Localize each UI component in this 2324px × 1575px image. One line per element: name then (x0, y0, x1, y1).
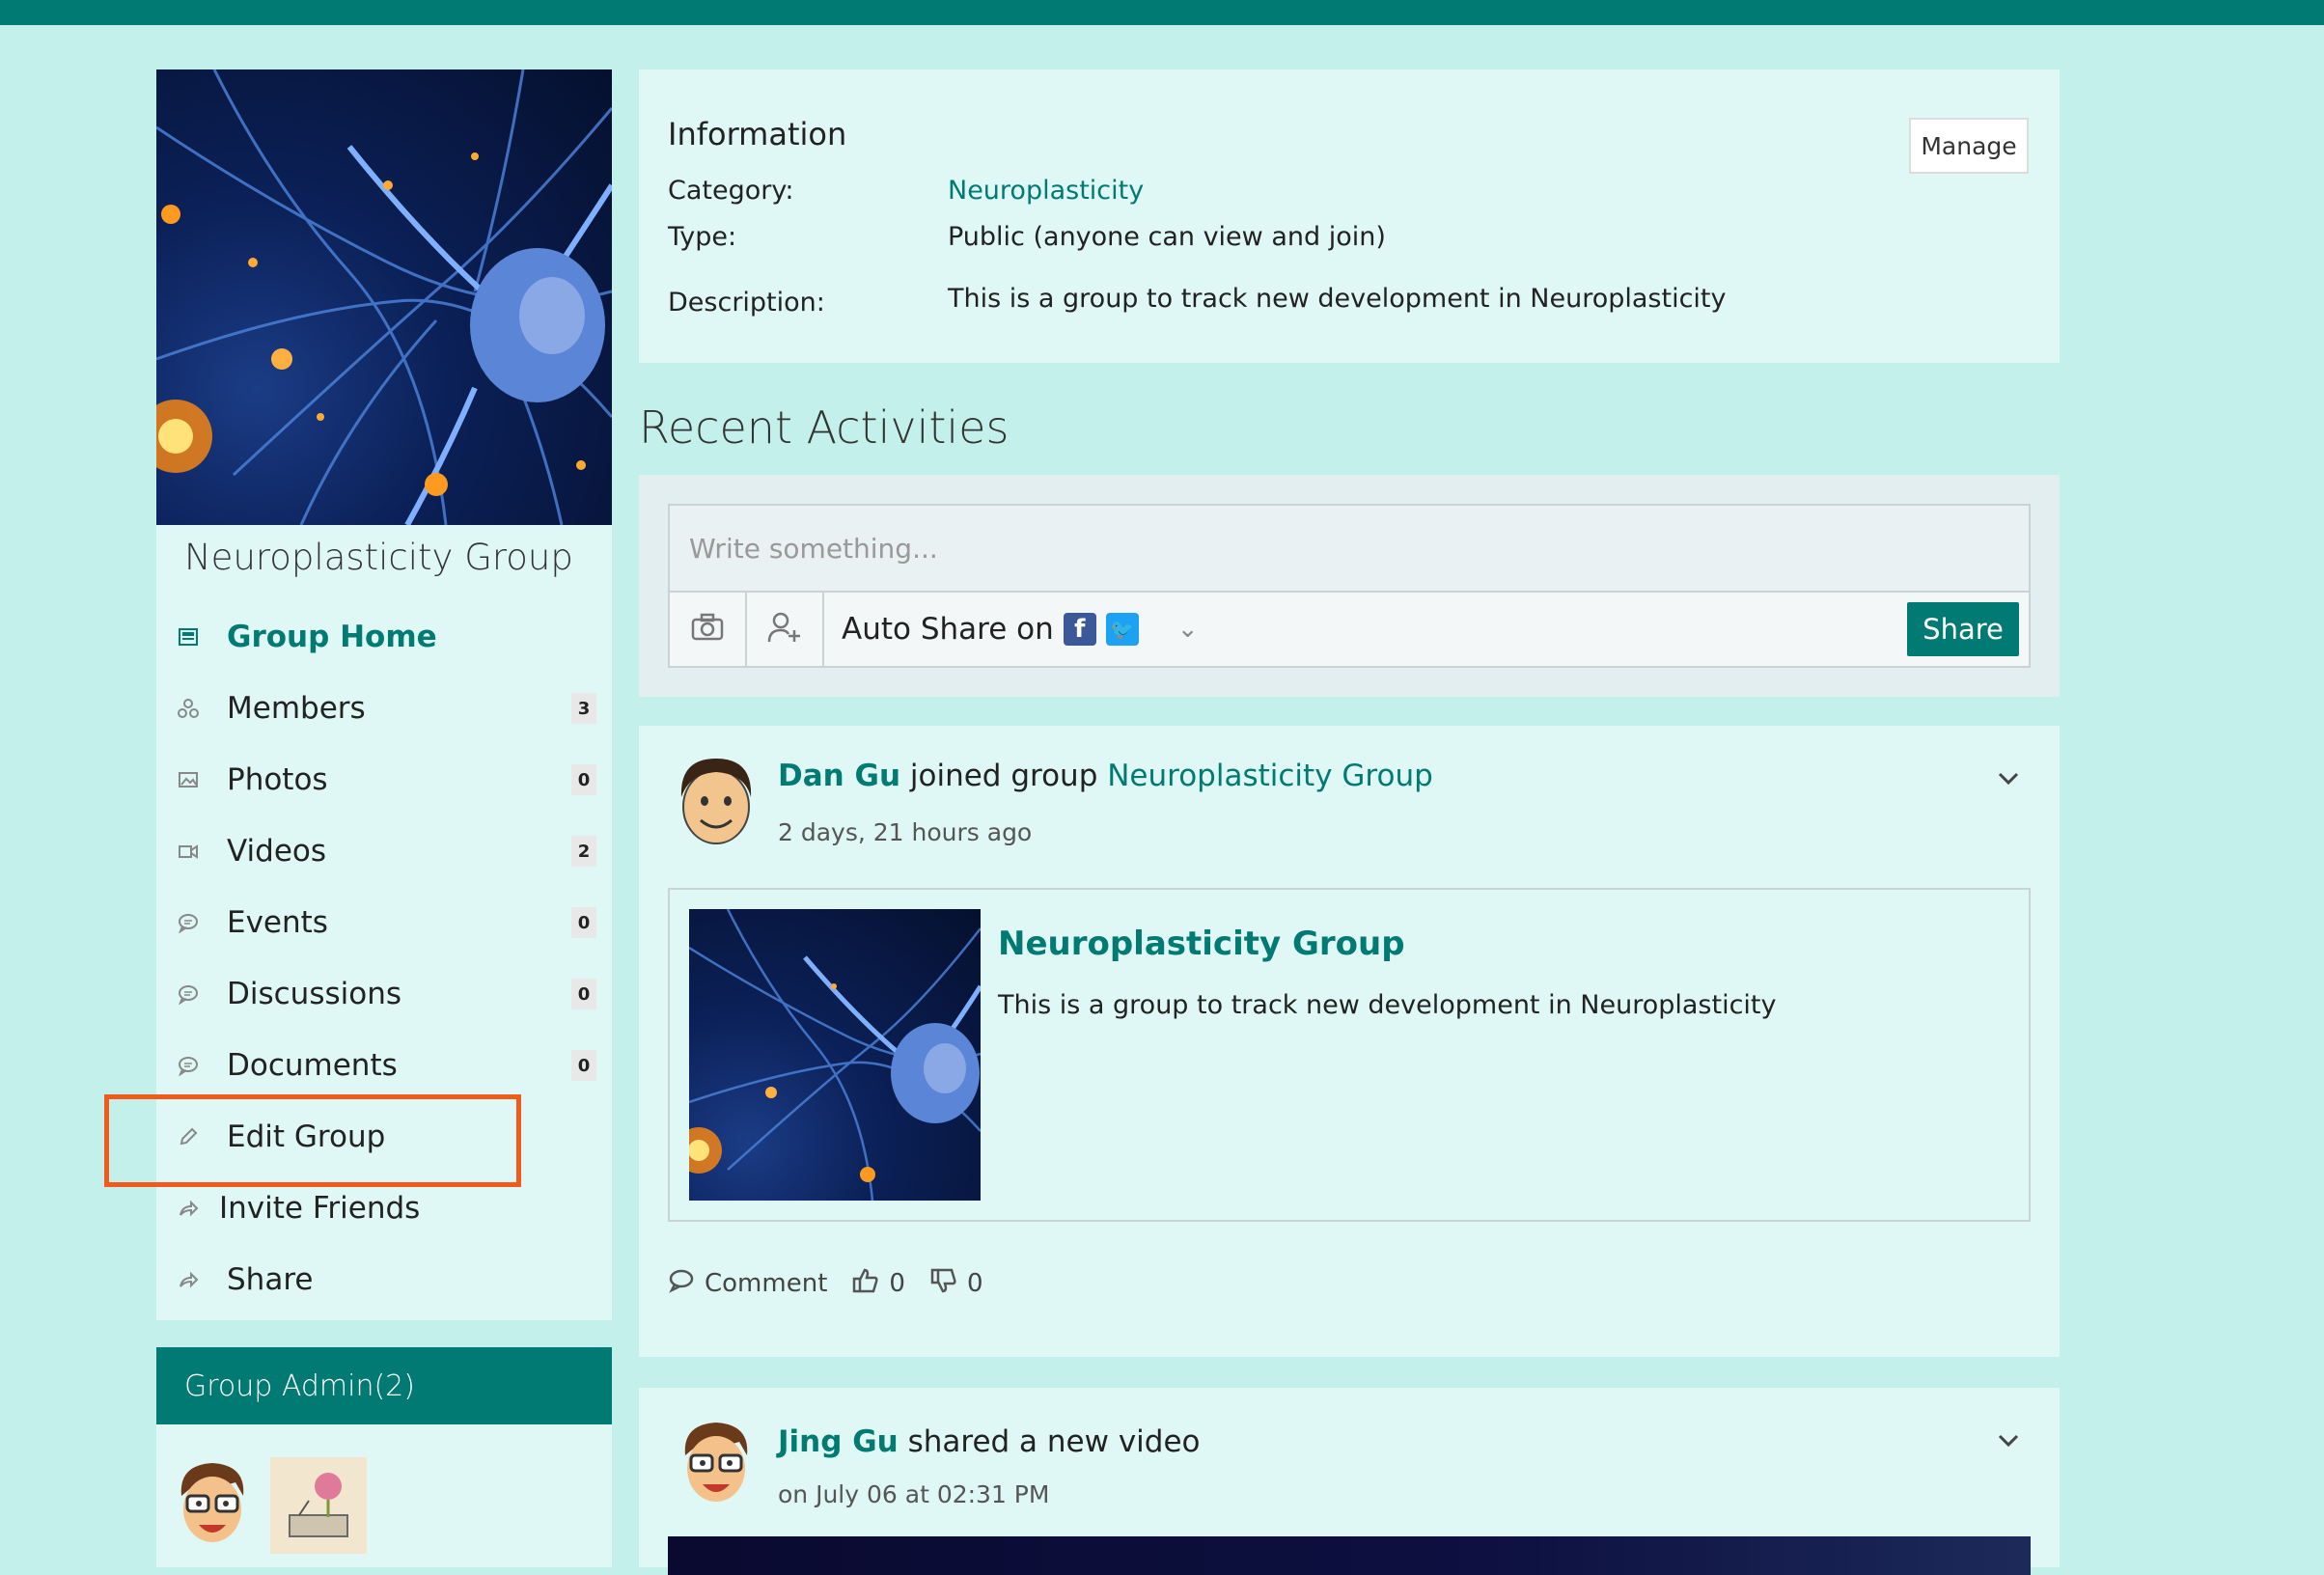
information-card: Information Manage Category: Neuroplasti… (639, 69, 2060, 363)
embedded-group-title[interactable]: Neuroplasticity Group (998, 925, 1405, 963)
embedded-group-image (689, 909, 981, 1201)
chat-icon (174, 1051, 203, 1080)
menu-events[interactable]: Events 0 (156, 894, 612, 952)
menu-label: Events (227, 905, 328, 940)
recent-activities-title: Recent Activities (639, 401, 1010, 454)
highlight-box (104, 1094, 521, 1187)
dislike-button[interactable]: 0 (930, 1267, 983, 1301)
activity-post: Jing Gu shared a new video on July 06 at… (639, 1388, 2060, 1575)
menu-videos[interactable]: Videos 2 (156, 822, 612, 880)
post-target-link[interactable]: Neuroplasticity Group (1107, 759, 1433, 793)
auto-share: Auto Share on f 🐦 ⌄ (842, 612, 1199, 647)
post-headline: Dan Gu joined group Neuroplasticity Grou… (778, 759, 1433, 793)
facebook-icon[interactable]: f (1063, 613, 1096, 646)
comment-label: Comment (705, 1269, 828, 1298)
chat-icon (174, 908, 203, 937)
menu-label: Invite Friends (219, 1191, 421, 1226)
post-actions: Comment 0 0 (668, 1264, 1008, 1303)
menu-label: Members (227, 691, 366, 726)
post-action: joined group (909, 759, 1098, 793)
menu-documents[interactable]: Documents 0 (156, 1036, 612, 1094)
post-actor-link[interactable]: Jing Gu (778, 1424, 899, 1459)
admin-avatar[interactable] (270, 1457, 367, 1554)
share-arrow-icon (174, 1265, 203, 1294)
twitter-icon[interactable]: 🐦 (1105, 613, 1139, 646)
thumbs-down-icon (930, 1267, 957, 1301)
type-label: Type: (668, 222, 737, 252)
menu-share[interactable]: Share (156, 1251, 612, 1309)
chevron-down-icon[interactable]: ⌄ (1177, 615, 1199, 644)
auto-share-label: Auto Share on (842, 612, 1054, 647)
photo-icon (174, 765, 203, 794)
avatar[interactable] (668, 1417, 764, 1513)
menu-label: Discussions (227, 977, 402, 1011)
menu-label: Group Home (227, 620, 437, 654)
admin-avatar[interactable] (164, 1457, 261, 1554)
video-icon (174, 837, 203, 866)
composer-toolbar: Auto Share on f 🐦 ⌄ Share (668, 591, 2031, 668)
members-icon (174, 694, 203, 723)
status-input[interactable]: Write something... (668, 504, 2031, 593)
like-count: 0 (889, 1269, 905, 1298)
menu-label: Share (227, 1262, 314, 1297)
photo-upload-button[interactable] (670, 593, 747, 666)
embedded-group-card[interactable]: Neuroplasticity Group This is a group to… (668, 888, 2031, 1222)
post-action: shared a new video (907, 1424, 1201, 1459)
count-badge: 0 (571, 1050, 596, 1081)
activity-post: Dan Gu joined group Neuroplasticity Grou… (639, 726, 2060, 1357)
category-link[interactable]: Neuroplasticity (948, 176, 1144, 206)
description-value: This is a group to track new development… (948, 284, 1727, 314)
information-title: Information (668, 116, 847, 152)
menu-label: Photos (227, 762, 328, 797)
dislike-count: 0 (966, 1269, 983, 1298)
comment-icon (668, 1268, 695, 1300)
thumbs-up-icon (852, 1267, 879, 1301)
comment-button[interactable]: Comment (668, 1268, 827, 1300)
status-composer: Write something... Auto Share on f 🐦 ⌄ S… (639, 475, 2060, 697)
menu-photos[interactable]: Photos 0 (156, 751, 612, 809)
menu-label: Documents (227, 1048, 398, 1083)
group-cover-image (156, 69, 612, 525)
count-badge: 0 (571, 907, 596, 938)
count-badge: 2 (571, 836, 596, 867)
type-value: Public (anyone can view and join) (948, 222, 1386, 252)
count-badge: 0 (571, 979, 596, 1009)
add-user-icon (767, 611, 802, 648)
group-admin-panel: Group Admin(2) (156, 1347, 612, 1567)
menu-discussions[interactable]: Discussions 0 (156, 965, 612, 1023)
top-bar (0, 0, 2324, 25)
count-badge: 0 (571, 764, 596, 795)
category-label: Category: (668, 176, 794, 206)
menu-members[interactable]: Members 3 (156, 679, 612, 737)
share-arrow-icon (174, 1194, 203, 1223)
group-admin-title: Group Admin(2) (156, 1347, 612, 1424)
description-label: Description: (668, 288, 825, 318)
post-options-chevron-icon[interactable] (1994, 764, 2023, 793)
chat-icon (174, 980, 203, 1009)
post-timestamp: on July 06 at 02:31 PM (778, 1480, 1050, 1508)
video-player[interactable] (668, 1536, 2031, 1575)
post-headline: Jing Gu shared a new video (778, 1424, 1201, 1459)
post-options-chevron-icon[interactable] (1994, 1426, 2023, 1455)
like-button[interactable]: 0 (852, 1267, 905, 1301)
group-name: Neuroplasticity Group (184, 537, 573, 578)
avatar[interactable] (668, 753, 764, 849)
tag-friends-button[interactable] (747, 593, 824, 666)
menu-label: Videos (227, 834, 327, 869)
menu-invite-friends[interactable]: Invite Friends (156, 1179, 612, 1237)
count-badge: 3 (571, 693, 596, 724)
post-timestamp: 2 days, 21 hours ago (778, 818, 1033, 846)
share-button[interactable]: Share (1907, 602, 2019, 656)
embedded-group-description: This is a group to track new development… (998, 990, 1777, 1020)
camera-icon (691, 613, 724, 646)
post-actor-link[interactable]: Dan Gu (778, 759, 900, 793)
menu-group-home[interactable]: Group Home (156, 608, 612, 666)
manage-button[interactable]: Manage (1909, 118, 2029, 174)
home-icon (174, 622, 203, 651)
